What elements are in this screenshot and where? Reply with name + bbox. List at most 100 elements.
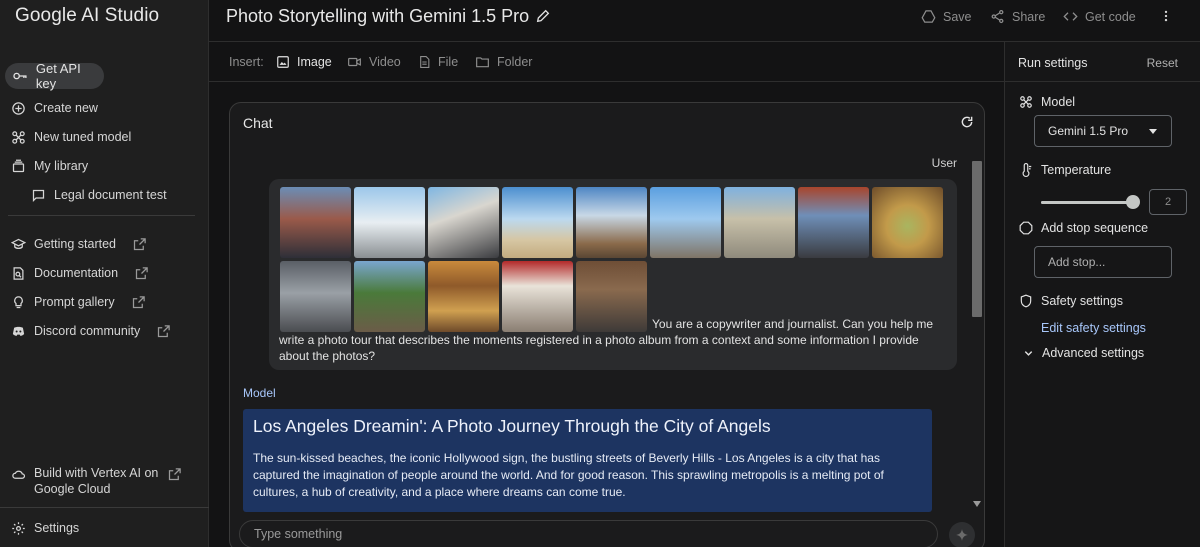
sidebar-link-getting-started[interactable]: Getting started	[11, 234, 147, 254]
insert-image-button[interactable]: Image	[276, 55, 332, 69]
folder-icon	[476, 57, 489, 68]
sidebar: Google AI Studio Get API key Create new …	[0, 0, 209, 547]
model-select[interactable]: Gemini 1.5 Pro	[1034, 115, 1172, 147]
sidebar-link-prompt-gallery[interactable]: Prompt gallery	[11, 292, 146, 312]
user-role-label: User	[931, 156, 957, 170]
photo-thumbnail[interactable]	[502, 187, 573, 258]
photo-thumbnail[interactable]	[576, 187, 647, 258]
app-logo[interactable]: Google AI Studio	[15, 5, 159, 27]
safety-settings-label-text: Safety settings	[1041, 294, 1123, 308]
prompt-input[interactable]: Type something	[239, 520, 938, 547]
stop-sequence-label: Add stop sequence	[1019, 221, 1148, 235]
run-settings-panel: Run settings Reset Model Gemini 1.5 Pro …	[1004, 42, 1200, 547]
share-label: Share	[1012, 9, 1046, 24]
sidebar-item-legal-document-test[interactable]: Legal document test	[31, 185, 167, 205]
model-response-heading: Los Angeles Dreamin': A Photo Journey Th…	[253, 416, 771, 436]
insert-folder-label: Folder	[497, 55, 533, 69]
get-code-label: Get code	[1085, 9, 1136, 24]
sidebar-link-vertex-ai[interactable]: Build with Vertex AI on Google Cloud	[11, 465, 182, 499]
dropdown-arrow-icon	[1149, 129, 1157, 134]
settings-label: Settings	[34, 521, 80, 535]
graduation-icon	[11, 238, 26, 249]
model-response: Los Angeles Dreamin': A Photo Journey Th…	[243, 409, 932, 512]
chat-bubble-icon	[32, 189, 45, 202]
photo-thumbnail[interactable]	[280, 187, 351, 258]
shield-icon	[1020, 294, 1032, 308]
octagon-icon	[1019, 221, 1033, 235]
edit-safety-settings-link[interactable]: Edit safety settings	[1041, 321, 1146, 335]
safety-settings-label: Safety settings	[1019, 294, 1123, 308]
insert-video-label: Video	[369, 55, 401, 69]
chevron-down-icon	[1024, 350, 1033, 356]
photo-thumbnail[interactable]	[724, 187, 795, 258]
temperature-setting-label: Temperature	[1019, 163, 1111, 177]
sidebar-link-label: Getting started	[34, 237, 116, 251]
model-label-text: Model	[1041, 95, 1076, 109]
photo-thumbnail[interactable]	[872, 187, 943, 258]
sidebar-item-label: My library	[34, 159, 89, 173]
temperature-slider-thumb[interactable]	[1126, 195, 1140, 209]
tune-icon	[1020, 96, 1032, 108]
model-response-text: The sun-kissed beaches, the iconic Holly…	[253, 451, 884, 499]
doc-search-icon	[13, 266, 24, 280]
scroll-down-icon[interactable]	[973, 501, 981, 507]
insert-folder-button[interactable]: Folder	[475, 55, 532, 69]
get-code-button[interactable]: Get code	[1063, 9, 1136, 24]
photo-thumbnail[interactable]	[354, 187, 425, 258]
sidebar-link-discord-community[interactable]: Discord community	[11, 321, 171, 341]
insert-image-label: Image	[297, 55, 332, 69]
user-message-text: You are a copywriter and journalist. Can…	[279, 317, 934, 363]
library-icon	[12, 159, 25, 172]
photo-thumbnail[interactable]	[650, 187, 721, 258]
insert-toolbar: Insert: Image Video File Folder	[209, 42, 1004, 82]
sidebar-settings[interactable]: Settings	[11, 518, 79, 538]
chat-panel: Chat User You are a copywriter and journ…	[229, 102, 985, 547]
sidebar-item-new-tuned-model[interactable]: New tuned model	[11, 127, 131, 147]
sidebar-item-create-new[interactable]: Create new	[11, 98, 98, 118]
prompt-input-placeholder: Type something	[254, 527, 343, 541]
more-vert-icon[interactable]	[1159, 8, 1173, 24]
temperature-input[interactable]: 2	[1149, 189, 1187, 215]
image-icon	[277, 56, 289, 68]
insert-label: Insert:	[229, 55, 264, 69]
discord-icon	[12, 326, 25, 336]
prompt-title[interactable]: Photo Storytelling with Gemini 1.5 Pro	[226, 6, 529, 27]
photo-thumbnail[interactable]	[428, 187, 499, 258]
refresh-icon[interactable]	[960, 115, 974, 129]
top-bar: Photo Storytelling with Gemini 1.5 Pro S…	[209, 0, 1200, 42]
user-message: You are a copywriter and journalist. Can…	[269, 179, 957, 370]
add-circle-icon	[12, 101, 25, 115]
sparkle-icon	[956, 529, 968, 541]
sidebar-divider	[8, 215, 195, 216]
photo-thumbnail[interactable]	[798, 187, 869, 258]
share-button[interactable]: Share	[990, 9, 1045, 24]
sidebar-link-documentation[interactable]: Documentation	[11, 263, 149, 283]
open-in-new-icon	[168, 468, 181, 481]
insert-file-label: File	[438, 55, 459, 69]
cloud-icon	[12, 470, 26, 479]
reset-button[interactable]: Reset	[1147, 56, 1178, 70]
save-button[interactable]: Save	[921, 9, 972, 24]
chat-title: Chat	[243, 115, 273, 131]
model-role-label: Model	[243, 386, 276, 400]
drive-icon	[921, 10, 936, 23]
stop-sequence-input[interactable]: Add stop...	[1034, 246, 1172, 278]
stop-sequence-label-text: Add stop sequence	[1041, 221, 1149, 235]
get-api-key-button[interactable]: Get API key	[5, 61, 104, 91]
run-button[interactable]	[949, 522, 975, 547]
sidebar-item-my-library[interactable]: My library	[11, 156, 88, 176]
sidebar-link-label: Discord community	[34, 324, 141, 338]
thermometer-icon	[1022, 163, 1032, 177]
save-label: Save	[943, 9, 972, 24]
temperature-slider[interactable]	[1041, 201, 1136, 204]
lightbulb-icon	[14, 295, 23, 308]
edit-pencil-icon[interactable]	[535, 8, 551, 24]
advanced-settings-toggle[interactable]: Advanced settings	[1023, 346, 1144, 360]
insert-file-button[interactable]: File	[418, 55, 458, 69]
open-in-new-icon	[135, 266, 148, 279]
insert-video-button[interactable]: Video	[347, 55, 401, 69]
chat-scrollbar-thumb[interactable]	[972, 161, 982, 317]
temperature-label-text: Temperature	[1041, 163, 1112, 177]
open-in-new-icon	[132, 295, 145, 308]
share-icon	[991, 9, 1004, 24]
